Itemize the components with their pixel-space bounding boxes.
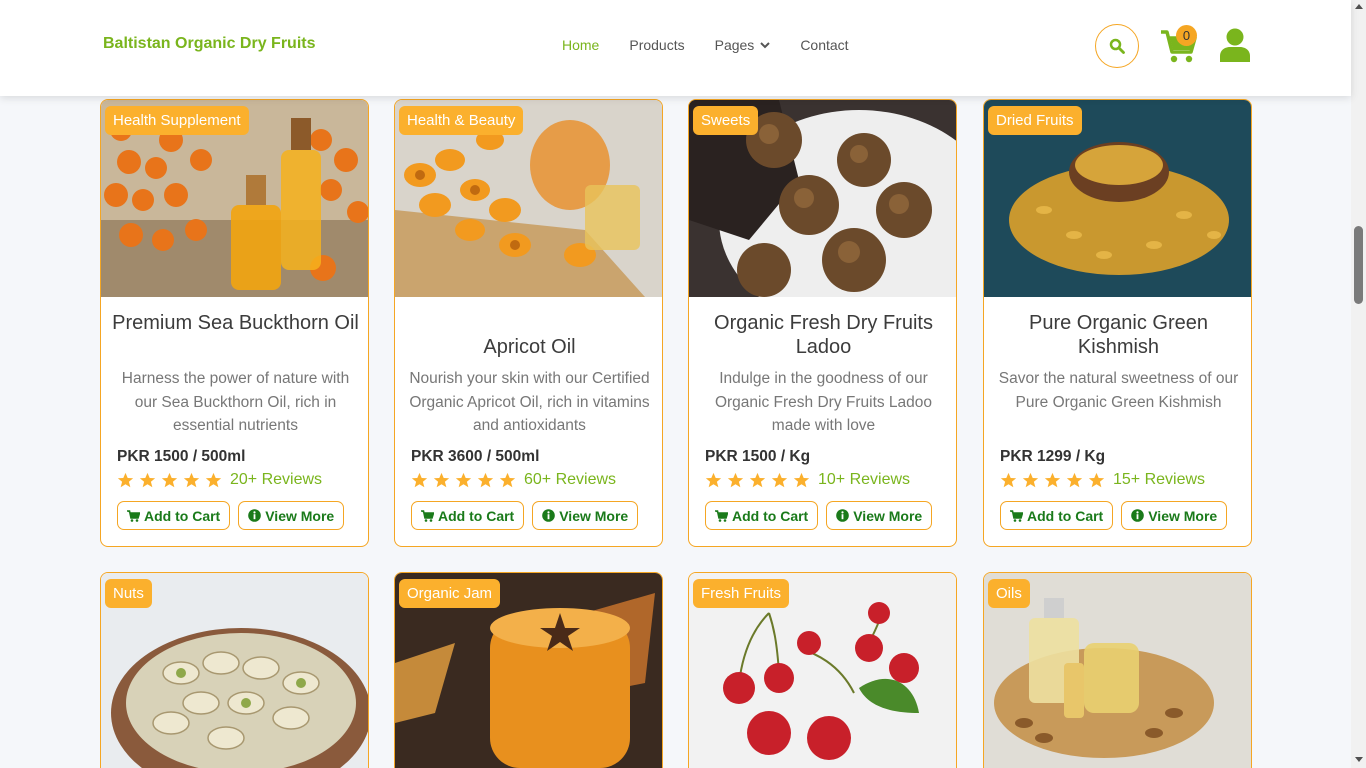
product-price: PKR 1500 / 500ml [117, 448, 246, 465]
view-more-button[interactable]: View More [1121, 501, 1228, 530]
star-icon [749, 472, 766, 487]
add-to-cart-label: Add to Cart [438, 507, 515, 524]
product-card: Organic Jam [394, 572, 663, 768]
nav-products[interactable]: Products [629, 37, 684, 53]
nav-home[interactable]: Home [562, 37, 599, 53]
add-to-cart-button[interactable]: Add to Cart [411, 501, 525, 530]
product-card: Fresh Fruits [688, 572, 957, 768]
star-icon [477, 472, 494, 487]
nav-contact[interactable]: Contact [800, 37, 848, 53]
page-scrollbar[interactable] [1351, 0, 1366, 768]
search-button[interactable] [1095, 24, 1139, 68]
star-icon [183, 472, 200, 487]
category-badge: Organic Jam [399, 579, 501, 608]
review-count: 60+ Reviews [524, 471, 617, 488]
product-price: PKR 3600 / 500ml [411, 448, 540, 465]
view-more-label: View More [853, 507, 923, 524]
star-icon [455, 472, 472, 487]
star-icon [117, 472, 134, 487]
category-badge: Nuts [105, 579, 152, 608]
product-title[interactable]: Apricot Oil [405, 335, 654, 359]
nav-pages[interactable]: Pages [715, 37, 771, 53]
add-to-cart-label: Add to Cart [144, 507, 221, 524]
product-rating: 15+ Reviews [1000, 471, 1205, 489]
view-more-button[interactable]: View More [826, 501, 933, 530]
category-badge: Oils [988, 579, 1030, 608]
cart-icon [1010, 509, 1023, 522]
product-card: Nuts [100, 572, 369, 768]
product-card: Dried Fruits Pure Organic Green Kishmish… [983, 99, 1252, 547]
product-card: Health Supplement Premium Sea Buckthorn … [100, 99, 369, 547]
product-card: Health & Beauty Apricot Oil Nourish your… [394, 99, 663, 547]
category-badge: Health Supplement [105, 106, 249, 135]
add-to-cart-button[interactable]: Add to Cart [705, 501, 819, 530]
category-badge: Dried Fruits [988, 106, 1082, 135]
star-icon [205, 472, 222, 487]
add-to-cart-button[interactable]: Add to Cart [117, 501, 231, 530]
star-icon [499, 472, 516, 487]
view-more-button[interactable]: View More [238, 501, 345, 530]
user-icon[interactable] [1219, 28, 1251, 62]
cart-icon [421, 509, 434, 522]
product-description: Harness the power of nature with our Sea… [121, 370, 350, 434]
category-badge: Fresh Fruits [693, 579, 790, 608]
scroll-up-arrow-icon[interactable] [1355, 4, 1363, 9]
star-icon [139, 472, 156, 487]
review-count: 15+ Reviews [1113, 471, 1206, 488]
star-icon [705, 472, 722, 487]
add-to-cart-label: Add to Cart [1027, 507, 1104, 524]
star-icon [1022, 472, 1039, 487]
chevron-down-icon [760, 41, 771, 48]
site-header: Baltistan Organic Dry Fruits Home Produc… [0, 0, 1351, 96]
info-icon [542, 509, 556, 522]
add-to-cart-button[interactable]: Add to Cart [1000, 501, 1114, 530]
nav-pages-label: Pages [714, 37, 755, 53]
view-more-button[interactable]: View More [532, 501, 639, 530]
star-icon [433, 472, 450, 487]
product-price: PKR 1500 / Kg [705, 448, 811, 465]
brand-logo[interactable]: Baltistan Organic Dry Fruits [103, 35, 316, 53]
category-badge: Health & Beauty [399, 106, 524, 135]
search-icon [1109, 38, 1125, 54]
review-count: 10+ Reviews [818, 471, 911, 488]
cart-icon [715, 509, 728, 522]
star-icon [1088, 472, 1105, 487]
product-price: PKR 1299 / Kg [1000, 448, 1106, 465]
star-icon [727, 472, 744, 487]
cart-count-badge: 0 [1176, 25, 1197, 46]
view-more-label: View More [1148, 507, 1218, 524]
product-card: Sweets Organic Fresh Dry Fruits Ladoo In… [688, 99, 957, 547]
product-description: Indulge in the goodness of our Organic F… [714, 370, 933, 434]
star-icon [411, 472, 428, 487]
product-rating: 20+ Reviews [117, 471, 322, 489]
review-count: 20+ Reviews [230, 471, 323, 488]
star-icon [1000, 472, 1017, 487]
view-more-label: View More [559, 507, 629, 524]
star-icon [793, 472, 810, 487]
star-icon [1066, 472, 1083, 487]
product-title[interactable]: Pure Organic Green Kishmish [994, 311, 1243, 359]
info-icon [836, 509, 850, 522]
info-icon [248, 509, 262, 522]
scroll-down-arrow-icon[interactable] [1355, 757, 1363, 762]
main-nav: Home Products Pages Contact [562, 37, 879, 53]
add-to-cart-label: Add to Cart [732, 507, 809, 524]
scrollbar-thumb[interactable] [1354, 226, 1363, 304]
product-rating: 60+ Reviews [411, 471, 616, 489]
product-description: Savor the natural sweetness of our Pure … [998, 370, 1239, 411]
product-title[interactable]: Premium Sea Buckthorn Oil [111, 311, 360, 335]
product-description: Nourish your skin with our Certified Org… [409, 370, 650, 434]
info-icon [1131, 509, 1145, 522]
star-icon [1044, 472, 1061, 487]
star-icon [771, 472, 788, 487]
product-title[interactable]: Organic Fresh Dry Fruits Ladoo [699, 311, 948, 359]
star-icon [161, 472, 178, 487]
view-more-label: View More [265, 507, 335, 524]
product-card: Oils [983, 572, 1252, 768]
product-rating: 10+ Reviews [705, 471, 910, 489]
cart-icon [127, 509, 140, 522]
category-badge: Sweets [693, 106, 759, 135]
